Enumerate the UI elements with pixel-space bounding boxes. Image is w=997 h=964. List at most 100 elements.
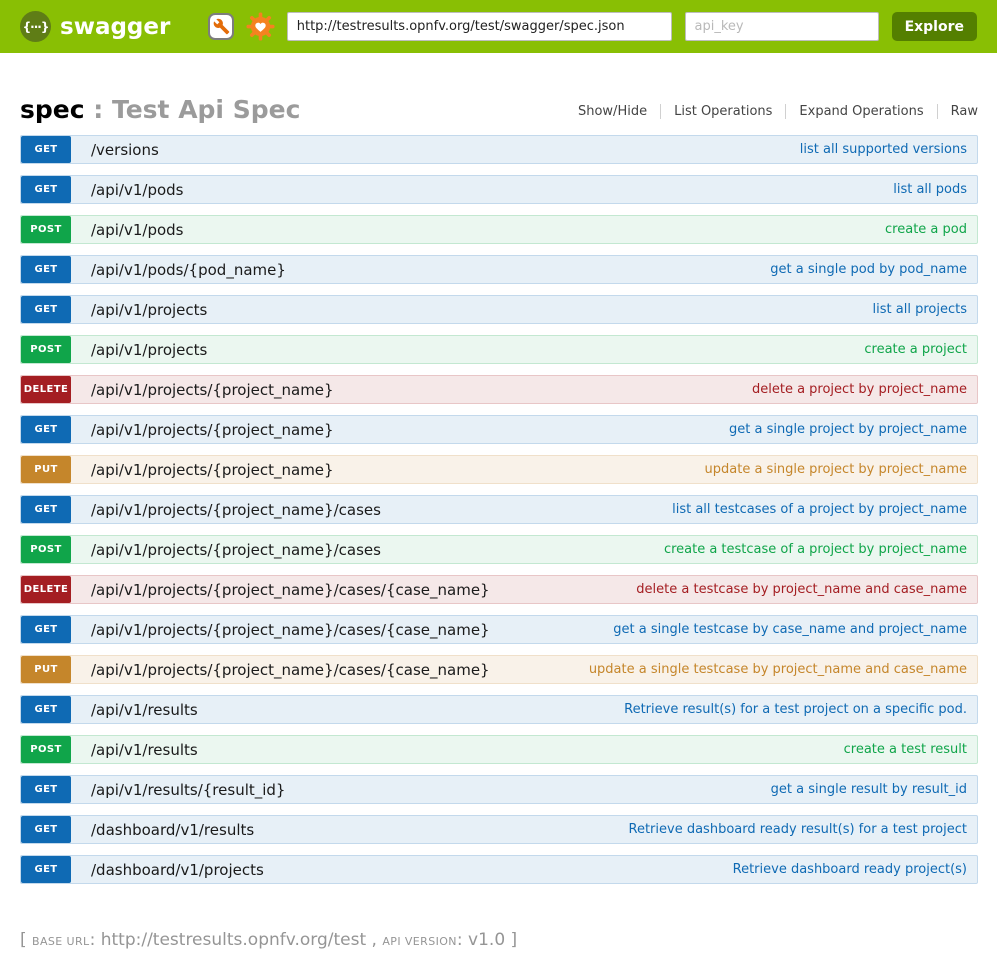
brand-name: swagger: [60, 14, 170, 40]
endpoint-path[interactable]: /api/v1/results: [91, 701, 198, 719]
resource-title-row: spec : Test Api Spec Show/Hide List Oper…: [20, 97, 978, 122]
base-url-value: http://testresults.opnfv.org/test: [101, 930, 366, 950]
endpoint-row[interactable]: GET /api/v1/results Retrieve result(s) f…: [20, 695, 978, 724]
endpoint-summary[interactable]: delete a testcase by project_name and ca…: [636, 582, 967, 597]
endpoint-row[interactable]: GET /api/v1/projects/{project_name} get …: [20, 415, 978, 444]
endpoint-path[interactable]: /api/v1/projects/{project_name}: [91, 421, 334, 439]
http-method-badge: GET: [21, 816, 71, 843]
endpoint-path[interactable]: /api/v1/projects: [91, 301, 207, 319]
operations-toolbar: Show/Hide List Operations Expand Operati…: [565, 104, 978, 122]
api-documentation: spec : Test Api Spec Show/Hide List Oper…: [20, 97, 978, 884]
endpoint-row[interactable]: GET /dashboard/v1/projects Retrieve dash…: [20, 855, 978, 884]
http-method-badge: GET: [21, 696, 71, 723]
endpoint-row[interactable]: POST /api/v1/pods create a pod: [20, 215, 978, 244]
endpoint-summary[interactable]: create a project: [864, 342, 967, 357]
endpoint-path[interactable]: /api/v1/results: [91, 741, 198, 759]
endpoint-row[interactable]: DELETE /api/v1/projects/{project_name}/c…: [20, 575, 978, 604]
endpoint-row[interactable]: GET /dashboard/v1/results Retrieve dashb…: [20, 815, 978, 844]
endpoint-row[interactable]: GET /api/v1/projects/{project_name}/case…: [20, 495, 978, 524]
endpoint-path[interactable]: /api/v1/projects/{project_name}: [91, 381, 334, 399]
http-method-badge: GET: [21, 416, 71, 443]
endpoint-path[interactable]: /api/v1/projects/{project_name}/cases/{c…: [91, 621, 490, 639]
endpoint-path[interactable]: /dashboard/v1/results: [91, 821, 254, 839]
base-url-footer: [ base url: http://testresults.opnfv.org…: [20, 930, 977, 950]
http-method-badge: PUT: [21, 456, 71, 483]
endpoint-summary[interactable]: list all projects: [873, 302, 967, 317]
resource-name: spec: [20, 95, 85, 124]
endpoint-row[interactable]: POST /api/v1/projects create a project: [20, 335, 978, 364]
endpoint-path[interactable]: /versions: [91, 141, 159, 159]
endpoint-summary[interactable]: Retrieve dashboard ready project(s): [733, 862, 967, 877]
gear-heart-icon[interactable]: [246, 12, 275, 42]
show-hide-link[interactable]: Show/Hide: [565, 104, 661, 119]
expand-operations-link[interactable]: Expand Operations: [786, 104, 937, 119]
endpoint-row[interactable]: GET /api/v1/pods list all pods: [20, 175, 978, 204]
endpoint-summary[interactable]: get a single project by project_name: [729, 422, 967, 437]
endpoint-summary[interactable]: Retrieve dashboard ready result(s) for a…: [629, 822, 967, 837]
http-method-badge: GET: [21, 256, 71, 283]
endpoint-summary[interactable]: create a testcase of a project by projec…: [664, 542, 967, 557]
endpoint-summary[interactable]: create a test result: [844, 742, 967, 757]
endpoint-row[interactable]: GET /api/v1/projects/{project_name}/case…: [20, 615, 978, 644]
api-version-label: api version: [382, 935, 457, 948]
endpoint-row[interactable]: PUT /api/v1/projects/{project_name}/case…: [20, 655, 978, 684]
endpoint-row[interactable]: DELETE /api/v1/projects/{project_name} d…: [20, 375, 978, 404]
endpoints-list: GET /versions list all supported version…: [20, 135, 978, 884]
http-method-badge: DELETE: [21, 376, 71, 403]
http-method-badge: POST: [21, 336, 71, 363]
endpoint-summary[interactable]: get a single result by result_id: [771, 782, 967, 797]
api-key-input[interactable]: [685, 12, 879, 41]
endpoint-summary[interactable]: update a single project by project_name: [705, 462, 967, 477]
endpoint-summary[interactable]: get a single pod by pod_name: [770, 262, 967, 277]
http-method-badge: GET: [21, 496, 71, 523]
endpoint-path[interactable]: /api/v1/projects/{project_name}/cases/{c…: [91, 661, 490, 679]
endpoint-path[interactable]: /api/v1/pods/{pod_name}: [91, 261, 286, 279]
endpoint-path[interactable]: /api/v1/projects/{project_name}: [91, 461, 334, 479]
endpoint-path[interactable]: /api/v1/projects/{project_name}/cases: [91, 501, 381, 519]
endpoint-summary[interactable]: create a pod: [885, 222, 967, 237]
http-method-badge: POST: [21, 536, 71, 563]
http-method-badge: GET: [21, 856, 71, 883]
swagger-logo[interactable]: {···} swagger: [20, 11, 170, 42]
endpoint-row[interactable]: PUT /api/v1/projects/{project_name} upda…: [20, 455, 978, 484]
page-title: spec : Test Api Spec: [20, 97, 300, 122]
endpoint-row[interactable]: POST /api/v1/results create a test resul…: [20, 735, 978, 764]
endpoint-row[interactable]: GET /api/v1/projects list all projects: [20, 295, 978, 324]
top-header-bar: {···} swagger Explore: [0, 0, 997, 53]
title-separator: :: [85, 95, 112, 124]
endpoint-summary[interactable]: list all testcases of a project by proje…: [672, 502, 967, 517]
endpoint-summary[interactable]: list all pods: [893, 182, 967, 197]
braces-icon: {···}: [20, 11, 51, 42]
endpoint-summary[interactable]: get a single testcase by case_name and p…: [613, 622, 967, 637]
endpoint-path[interactable]: /api/v1/projects/{project_name}/cases: [91, 541, 381, 559]
explore-button[interactable]: Explore: [892, 12, 977, 41]
http-method-badge: GET: [21, 296, 71, 323]
endpoint-row[interactable]: GET /versions list all supported version…: [20, 135, 978, 164]
endpoint-row[interactable]: POST /api/v1/projects/{project_name}/cas…: [20, 535, 978, 564]
http-method-badge: DELETE: [21, 576, 71, 603]
endpoint-path[interactable]: /dashboard/v1/projects: [91, 861, 264, 879]
http-method-badge: GET: [21, 616, 71, 643]
footer-open-bracket: [: [20, 930, 32, 950]
endpoint-path[interactable]: /api/v1/pods: [91, 181, 184, 199]
http-method-badge: POST: [21, 736, 71, 763]
http-method-badge: GET: [21, 136, 71, 163]
api-version-value: v1.0: [468, 930, 505, 950]
endpoint-path[interactable]: /api/v1/results/{result_id}: [91, 781, 285, 799]
raw-link[interactable]: Raw: [938, 104, 978, 119]
endpoint-summary[interactable]: list all supported versions: [800, 142, 967, 157]
endpoint-summary[interactable]: Retrieve result(s) for a test project on…: [624, 702, 967, 717]
wrench-icon: [213, 18, 230, 35]
http-method-badge: GET: [21, 776, 71, 803]
http-method-badge: POST: [21, 216, 71, 243]
endpoint-path[interactable]: /api/v1/projects: [91, 341, 207, 359]
wrench-button[interactable]: [208, 13, 233, 40]
endpoint-summary[interactable]: update a single testcase by project_name…: [589, 662, 967, 677]
endpoint-row[interactable]: GET /api/v1/pods/{pod_name} get a single…: [20, 255, 978, 284]
endpoint-path[interactable]: /api/v1/pods: [91, 221, 184, 239]
list-operations-link[interactable]: List Operations: [661, 104, 786, 119]
endpoint-row[interactable]: GET /api/v1/results/{result_id} get a si…: [20, 775, 978, 804]
spec-url-input[interactable]: [287, 12, 672, 41]
endpoint-summary[interactable]: delete a project by project_name: [752, 382, 967, 397]
endpoint-path[interactable]: /api/v1/projects/{project_name}/cases/{c…: [91, 581, 490, 599]
